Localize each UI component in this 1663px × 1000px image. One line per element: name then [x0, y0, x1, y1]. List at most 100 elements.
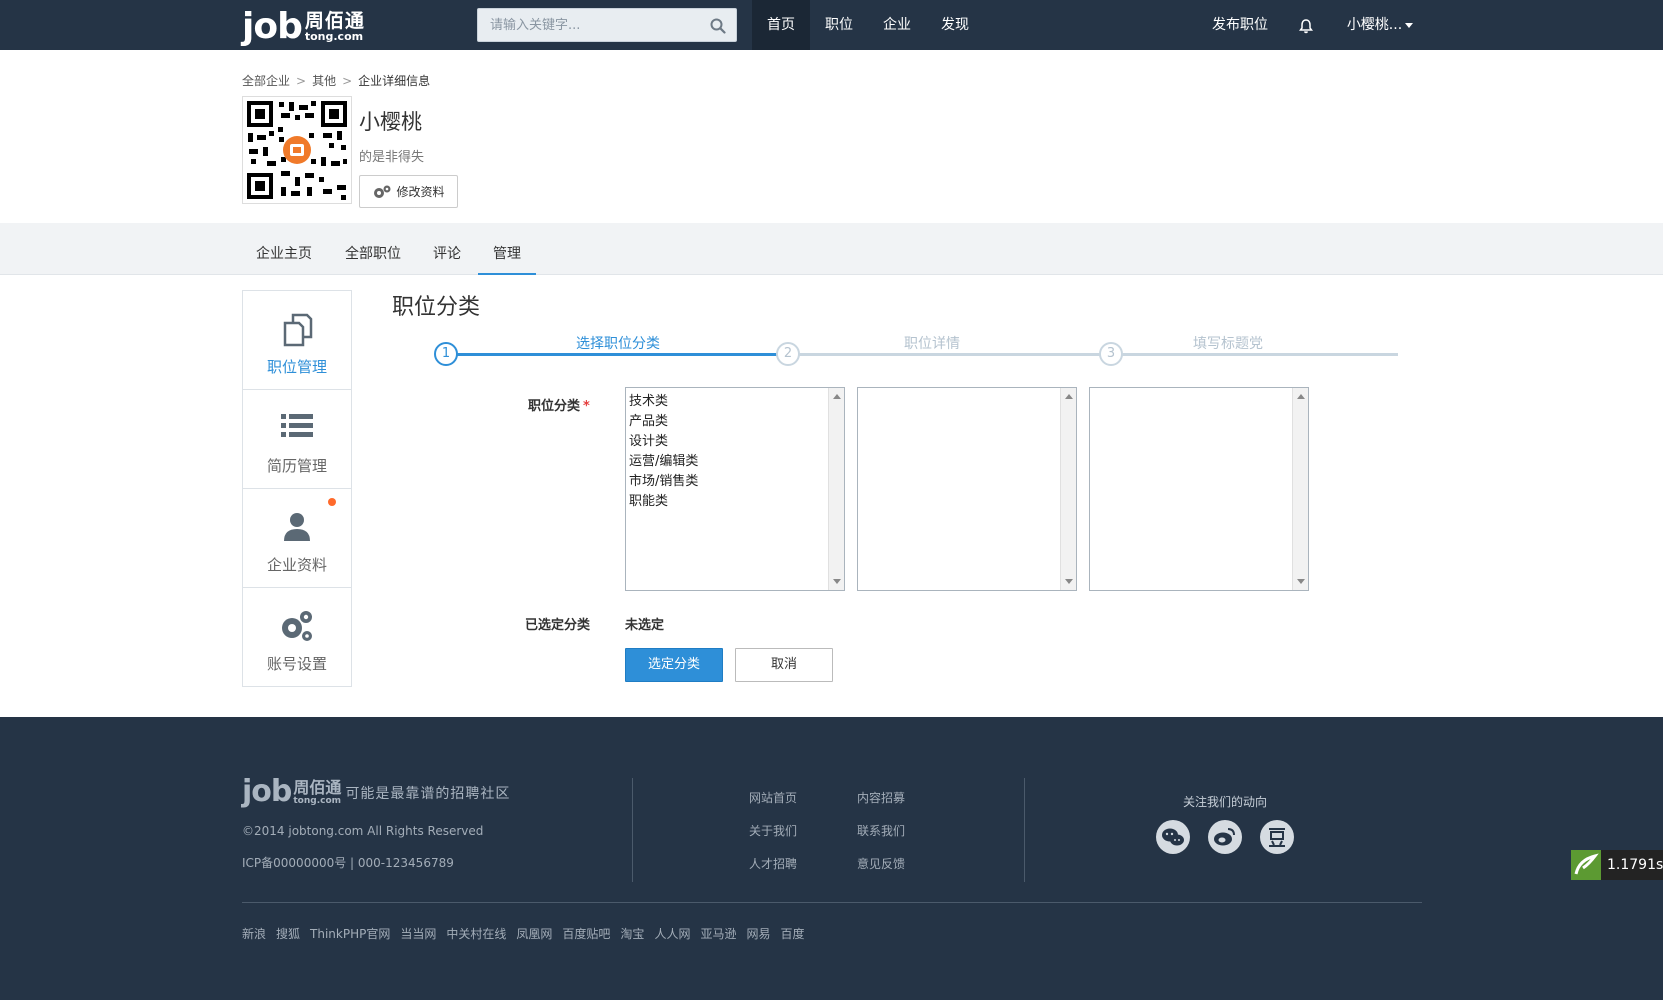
company-description: 的是非得失: [359, 150, 425, 165]
breadcrumb-item[interactable]: 其他: [312, 74, 336, 88]
douban-icon[interactable]: [1260, 820, 1294, 854]
scroll-down-icon[interactable]: [833, 579, 841, 584]
footer-link-content[interactable]: 内容招募: [857, 789, 905, 806]
footer-link-about[interactable]: 关于我们: [749, 822, 797, 839]
friend-link[interactable]: 百度贴吧: [562, 925, 610, 942]
friend-link[interactable]: ThinkPHP官网: [310, 925, 390, 942]
friend-link[interactable]: 搜狐: [276, 925, 300, 942]
caret-down-icon: [1405, 22, 1414, 28]
category-list-level-2[interactable]: [857, 387, 1077, 591]
company-tabs: 企业主页 全部职位 评论 管理: [0, 223, 1663, 275]
tab-company-home[interactable]: 企业主页: [242, 223, 326, 275]
scroll-down-icon[interactable]: [1297, 579, 1305, 584]
page-trace-badge[interactable]: 1.1791s: [1571, 850, 1663, 880]
listbox-scrollbar[interactable]: [828, 388, 844, 590]
tab-all-jobs[interactable]: 全部职位: [336, 223, 410, 275]
confirm-category-button[interactable]: 选定分类: [625, 648, 723, 682]
listbox-scrollbar[interactable]: [1292, 388, 1308, 590]
sidebar-item-resume-manage[interactable]: 简历管理: [243, 390, 351, 489]
footer-icp: ICP备00000000号 | 000-123456789: [242, 856, 454, 870]
gears-icon: [282, 611, 312, 641]
tab-comments[interactable]: 评论: [420, 223, 474, 275]
category-list-level-1[interactable]: 技术类 产品类 设计类 运营/编辑类 市场/销售类 职能类: [625, 387, 845, 591]
page-trace-time: 1.1791s: [1607, 857, 1663, 873]
step-2-label: 职位详情: [904, 336, 960, 352]
category-option[interactable]: 运营/编辑类: [629, 452, 844, 472]
cancel-button[interactable]: 取消: [735, 648, 833, 682]
footer-divider: [1024, 778, 1025, 882]
list-icon: [281, 414, 313, 437]
gears-icon: [374, 185, 391, 198]
progress-track-todo: [778, 353, 1398, 356]
category-option[interactable]: 市场/销售类: [629, 472, 844, 492]
selected-category-value: 未选定: [625, 618, 665, 633]
tab-manage[interactable]: 管理: [478, 223, 536, 275]
category-option[interactable]: 设计类: [629, 432, 844, 452]
nav-discover[interactable]: 发现: [926, 0, 984, 50]
site-logo[interactable]: job 周佰通 tong.com: [242, 5, 365, 47]
friend-link[interactable]: 当当网: [400, 925, 436, 942]
footer-link-contact[interactable]: 联系我们: [857, 822, 905, 839]
sidebar-item-label: 账号设置: [266, 655, 327, 673]
sidebar-item-account-settings[interactable]: 账号设置: [243, 588, 351, 687]
required-mark: *: [583, 399, 590, 414]
scroll-up-icon[interactable]: [1297, 394, 1305, 399]
edit-profile-button[interactable]: 修改资料: [359, 175, 458, 208]
search-icon[interactable]: [710, 18, 726, 34]
sidebar-item-job-manage[interactable]: 职位管理: [243, 291, 351, 390]
footer-link-feedback[interactable]: 意见反馈: [857, 855, 905, 872]
step-1-label: 选择职位分类: [576, 336, 660, 352]
friend-link[interactable]: 凤凰网: [516, 925, 552, 942]
qr-code-icon: [247, 101, 347, 200]
category-option[interactable]: 职能类: [629, 492, 844, 512]
friend-links: 新浪 搜狐 ThinkPHP官网 当当网 中关村在线 凤凰网 百度贴吧 淘宝 人…: [242, 925, 805, 942]
breadcrumb-item[interactable]: 全部企业: [242, 74, 290, 88]
footer-logo: job 周佰通 tong.com 可能是最靠谱的招聘社区: [242, 775, 510, 809]
user-icon: [284, 513, 310, 541]
sidebar-item-label: 职位管理: [266, 358, 327, 376]
friend-link[interactable]: 新浪: [242, 925, 266, 942]
listbox-scrollbar[interactable]: [1060, 388, 1076, 590]
friend-link[interactable]: 网易: [746, 925, 770, 942]
footer-link-careers[interactable]: 人才招聘: [749, 855, 797, 872]
footer-logo-cn: 周佰通: [293, 778, 342, 797]
category-list-level-3[interactable]: [1089, 387, 1309, 591]
scroll-up-icon[interactable]: [1065, 394, 1073, 399]
company-name: 小樱桃: [359, 110, 422, 134]
follow-us-label: 关注我们的动向: [1183, 795, 1268, 809]
logo-cn-text: 周佰通: [304, 10, 365, 32]
footer-link-home[interactable]: 网站首页: [749, 789, 797, 806]
sidebar-item-company-profile[interactable]: 企业资料: [243, 489, 351, 588]
category-option[interactable]: 产品类: [629, 412, 844, 432]
edit-profile-label: 修改资料: [396, 185, 445, 199]
nav-home[interactable]: 首页: [752, 0, 810, 50]
friend-link[interactable]: 淘宝: [620, 925, 644, 942]
user-menu[interactable]: 小樱桃...: [1340, 0, 1420, 50]
weibo-icon[interactable]: [1208, 820, 1242, 854]
thinkphp-logo-icon: [1571, 850, 1601, 880]
scroll-down-icon[interactable]: [1065, 579, 1073, 584]
category-option[interactable]: 技术类: [629, 392, 844, 412]
footer-logo-domain: tong.com: [293, 796, 342, 806]
step-2-circle: 2: [776, 342, 800, 366]
breadcrumb-current: 企业详细信息: [358, 74, 431, 88]
category-label-text: 职位分类: [528, 399, 581, 414]
friend-link[interactable]: 人人网: [654, 925, 690, 942]
post-job-link[interactable]: 发布职位: [1200, 0, 1280, 50]
friend-link[interactable]: 亚马逊: [700, 925, 736, 942]
bell-icon[interactable]: [1298, 18, 1314, 34]
friend-link[interactable]: 中关村在线: [446, 925, 506, 942]
copy-icon: [283, 313, 313, 347]
company-qr-code: [242, 96, 352, 204]
scroll-up-icon[interactable]: [833, 394, 841, 399]
step-1-circle: 1: [434, 342, 458, 366]
footer-slogan: 可能是最靠谱的招聘社区: [345, 786, 511, 802]
category-label: 职位分类 *: [528, 395, 590, 414]
search-input[interactable]: [478, 9, 698, 41]
wechat-icon[interactable]: [1156, 820, 1190, 854]
top-navbar: job 周佰通 tong.com 首页 职位 企业 发现 发布职位 小樱桃...: [0, 0, 1663, 50]
friend-link[interactable]: 百度: [780, 925, 804, 942]
nav-jobs[interactable]: 职位: [810, 0, 868, 50]
nav-companies[interactable]: 企业: [868, 0, 926, 50]
footer-logo-job: job: [242, 774, 292, 809]
